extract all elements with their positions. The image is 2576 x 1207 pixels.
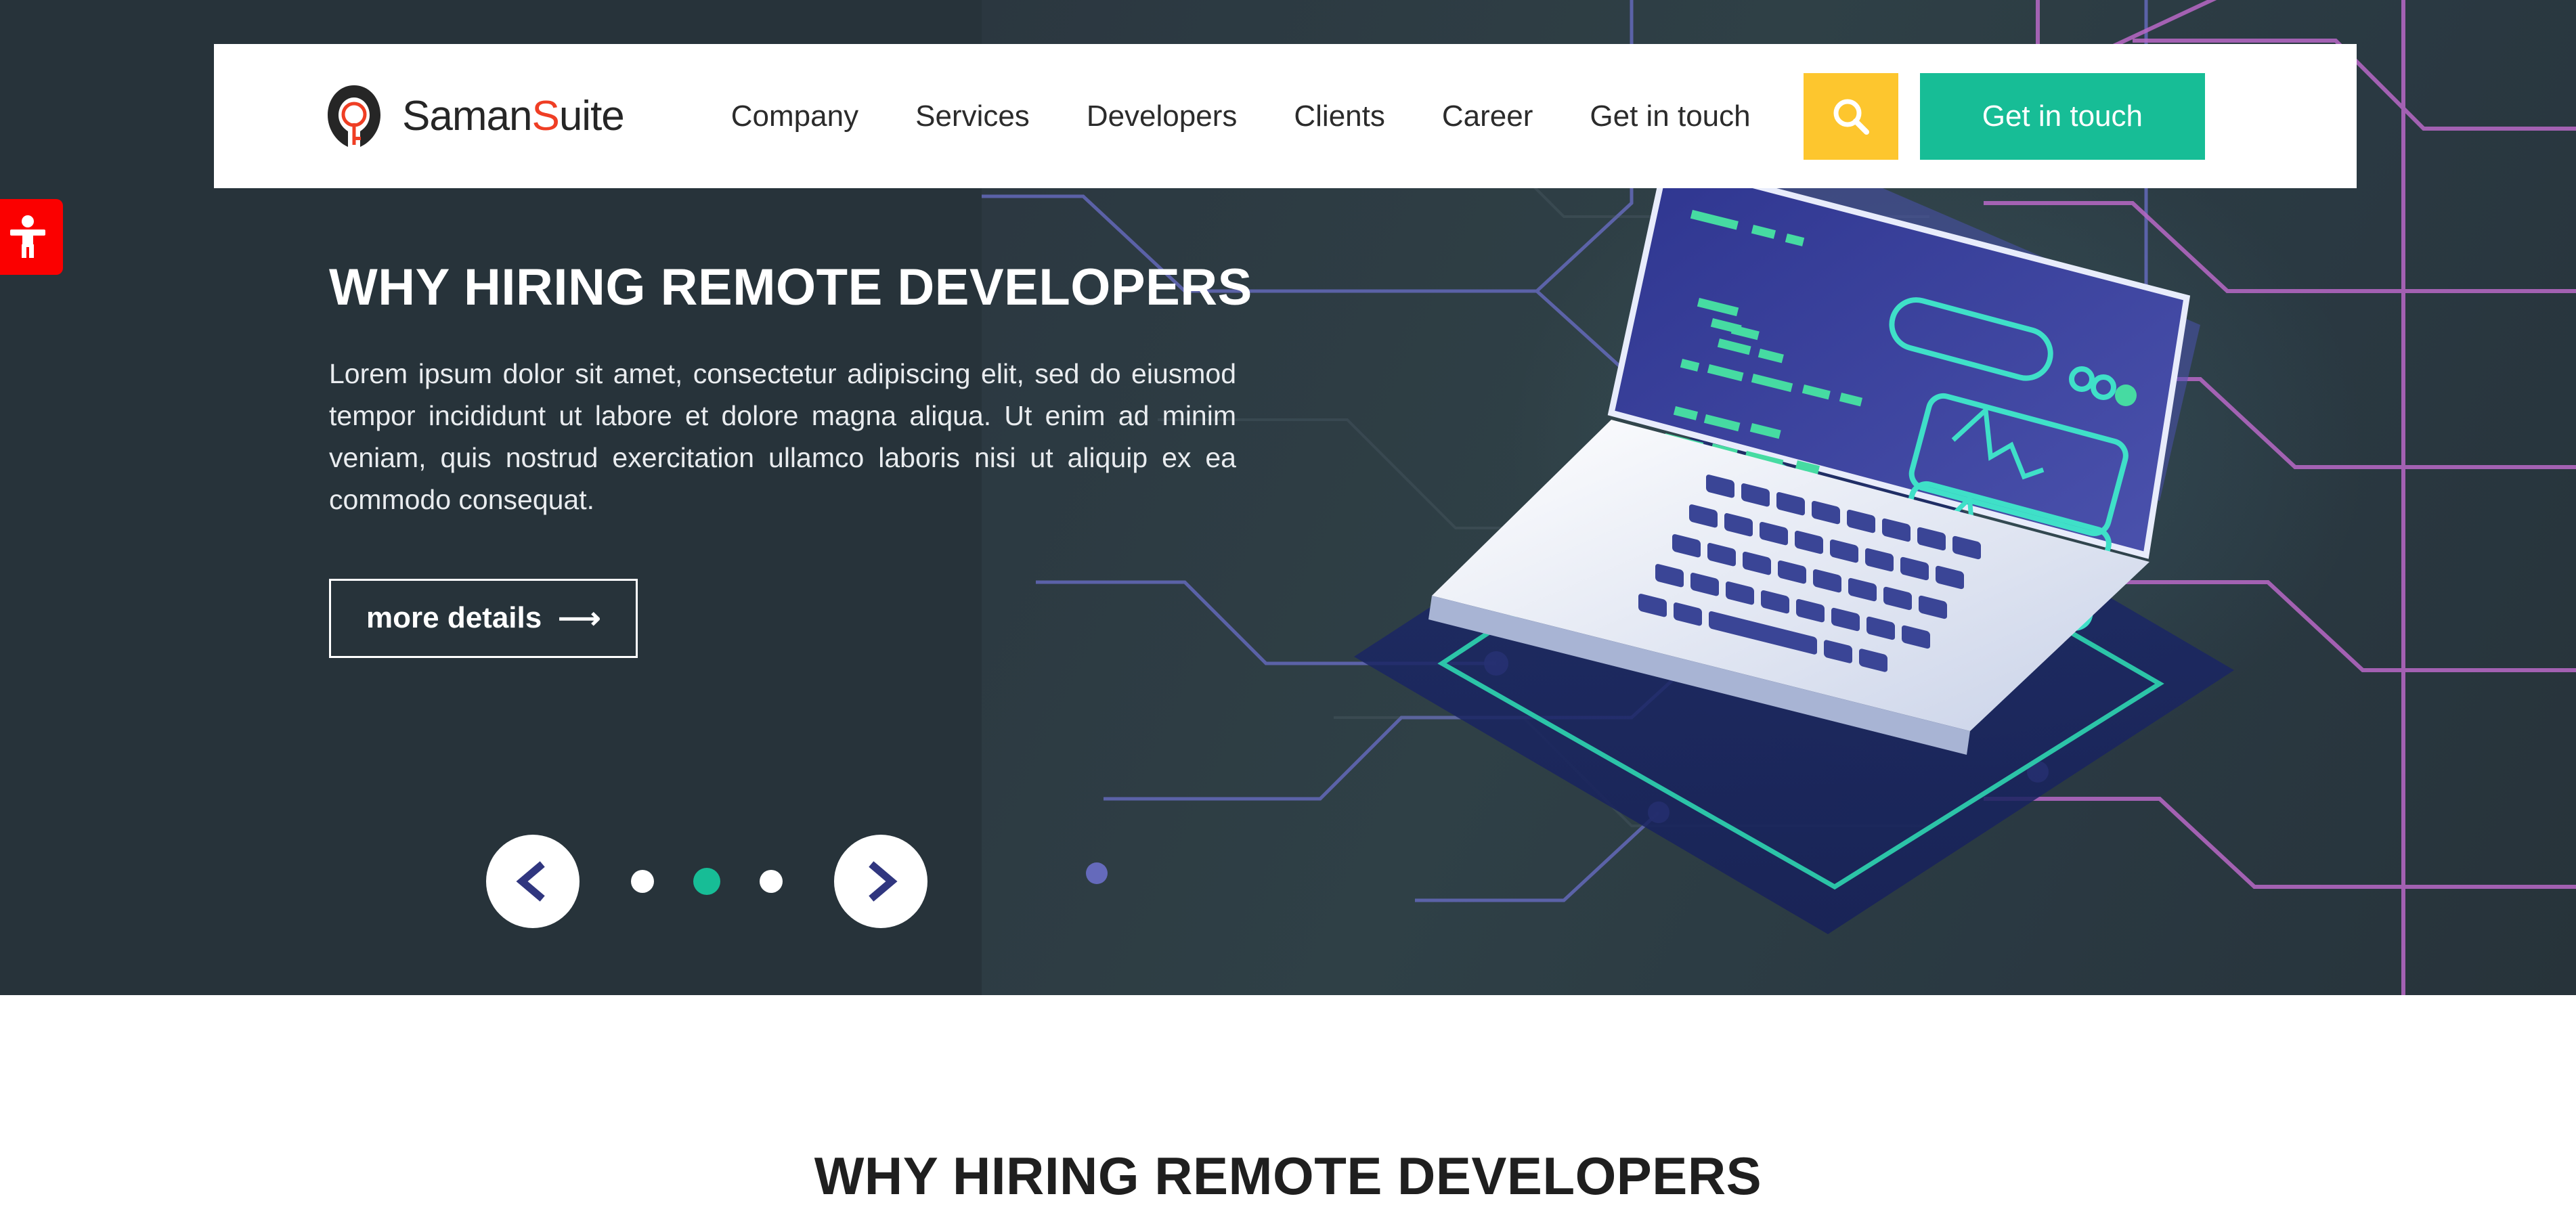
- nav-item-services[interactable]: Services: [896, 93, 1049, 140]
- keyhole-logo-icon: [328, 85, 380, 147]
- hero-title: WHY HIRING REMOTE DEVELOPERS: [329, 259, 1252, 316]
- hero-carousel-controls: [486, 835, 927, 928]
- arrow-right-icon: ⟶: [558, 601, 601, 635]
- site-header: SamanSuite Company Services Developers C…: [214, 44, 2357, 188]
- chevron-left-icon: [516, 861, 545, 902]
- carousel-prev-button[interactable]: [486, 835, 580, 928]
- next-section-title: WHY HIRING REMOTE DEVELOPERS: [814, 1146, 1762, 1206]
- nav-item-career[interactable]: Career: [1423, 93, 1552, 140]
- nav-item-get-in-touch[interactable]: Get in touch: [1571, 93, 1769, 140]
- carousel-dot-1[interactable]: [631, 870, 654, 893]
- brand-name-primary: Saman: [402, 93, 532, 139]
- hero-content: WHY HIRING REMOTE DEVELOPERS Lorem ipsum…: [329, 259, 1252, 658]
- carousel-dots: [631, 868, 783, 895]
- nav-item-developers[interactable]: Developers: [1068, 93, 1257, 140]
- accessibility-widget-button[interactable]: [0, 199, 63, 275]
- more-details-label: more details: [366, 601, 542, 635]
- get-in-touch-button[interactable]: Get in touch: [1919, 72, 2205, 160]
- search-icon: [1833, 99, 1869, 135]
- nav-item-clients[interactable]: Clients: [1275, 93, 1404, 140]
- hero-section: SamanSuite Company Services Developers C…: [0, 0, 2576, 995]
- chevron-right-icon: [869, 861, 898, 902]
- brand-name-suffix: uite: [559, 93, 625, 139]
- laptop-illustration: [1354, 135, 2234, 934]
- carousel-dot-2-active[interactable]: [693, 868, 720, 895]
- search-button[interactable]: [1803, 72, 1898, 160]
- brand-name-accent: S: [531, 93, 559, 139]
- brand-name: SamanSuite: [402, 92, 625, 140]
- nav-item-company[interactable]: Company: [712, 93, 877, 140]
- hero-paragraph: Lorem ipsum dolor sit amet, consectetur …: [329, 357, 1236, 515]
- carousel-dot-3[interactable]: [760, 870, 783, 893]
- brand-logo[interactable]: SamanSuite: [325, 84, 625, 149]
- next-section: WHY HIRING REMOTE DEVELOPERS: [0, 995, 2576, 1206]
- accessibility-person-icon: [9, 215, 45, 258]
- carousel-next-button[interactable]: [834, 835, 927, 928]
- header-actions: Get in touch: [1803, 72, 2205, 160]
- more-details-button[interactable]: more details ⟶: [329, 578, 638, 658]
- main-navigation: Company Services Developers Clients Care…: [712, 93, 1770, 140]
